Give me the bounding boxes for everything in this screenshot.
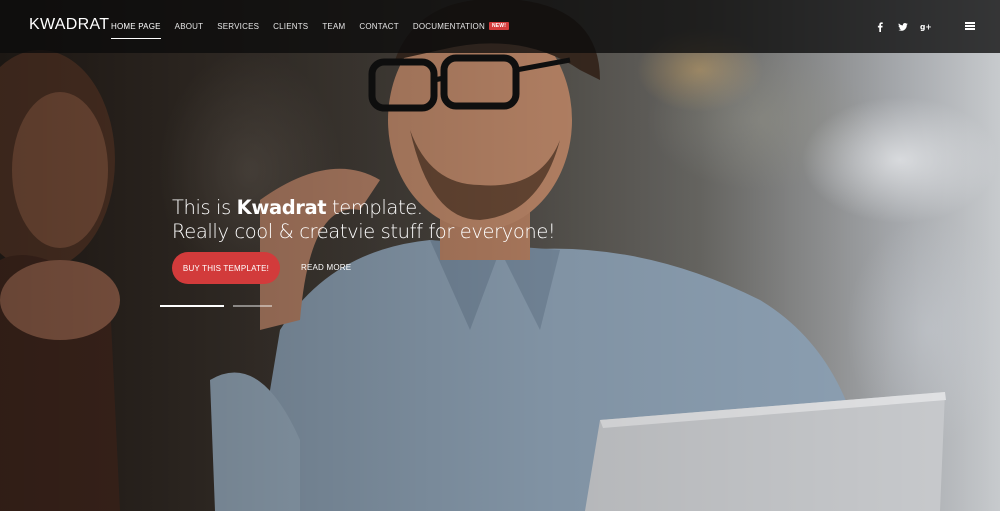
hero-overlay <box>0 0 1000 511</box>
twitter-icon[interactable] <box>897 21 908 32</box>
nav-item-about[interactable]: ABOUT <box>175 18 204 35</box>
nav-item-label: DOCUMENTATION <box>412 22 485 31</box>
buy-template-button[interactable]: BUY THIS TEMPLATE! <box>172 252 280 284</box>
new-badge: NEW! <box>488 21 510 30</box>
google-plus-icon[interactable]: g+ <box>920 21 931 32</box>
nav-item-services[interactable]: SERVICES <box>217 18 259 35</box>
nav-item-documentation[interactable]: DOCUMENTATION NEW! <box>412 18 510 35</box>
facebook-icon[interactable] <box>874 21 885 32</box>
hero-headline: This is Kwadrat template. Really cool & … <box>172 196 672 244</box>
slide-indicator-2[interactable] <box>233 305 272 307</box>
hero-background-image <box>0 0 1000 511</box>
nav-item-contact[interactable]: CONTACT <box>359 18 398 35</box>
read-more-link[interactable]: READ MORE <box>301 263 351 272</box>
nav-item-label: ABOUT <box>174 22 204 31</box>
hero-headline-line1: This is Kwadrat template. <box>172 196 423 219</box>
slide-indicator-1[interactable] <box>160 305 224 307</box>
nav-item-home-page[interactable]: HOME PAGE <box>111 18 161 39</box>
nav-item-team[interactable]: TEAM <box>322 18 345 35</box>
hero-brand-name: Kwadrat <box>236 196 327 219</box>
site-logo[interactable]: KWADRAT <box>29 16 109 34</box>
top-navbar: KWADRAT HOME PAGE ABOUT SERVICES CLIENTS… <box>0 0 1000 53</box>
nav-item-label: SERVICES <box>217 22 260 31</box>
main-menu: HOME PAGE ABOUT SERVICES CLIENTS TEAM CO… <box>111 0 523 53</box>
hamburger-menu-icon[interactable] <box>965 21 975 31</box>
social-links: g+ <box>862 0 931 53</box>
hero-headline-line2: Really cool & creatvie stuff for everyon… <box>172 220 556 243</box>
nav-item-label: CLIENTS <box>273 22 309 31</box>
nav-item-label: TEAM <box>322 22 346 31</box>
nav-item-clients[interactable]: CLIENTS <box>273 18 308 35</box>
svg-text:g+: g+ <box>920 23 931 32</box>
nav-item-label: CONTACT <box>359 22 399 31</box>
nav-item-label: HOME PAGE <box>111 22 161 31</box>
